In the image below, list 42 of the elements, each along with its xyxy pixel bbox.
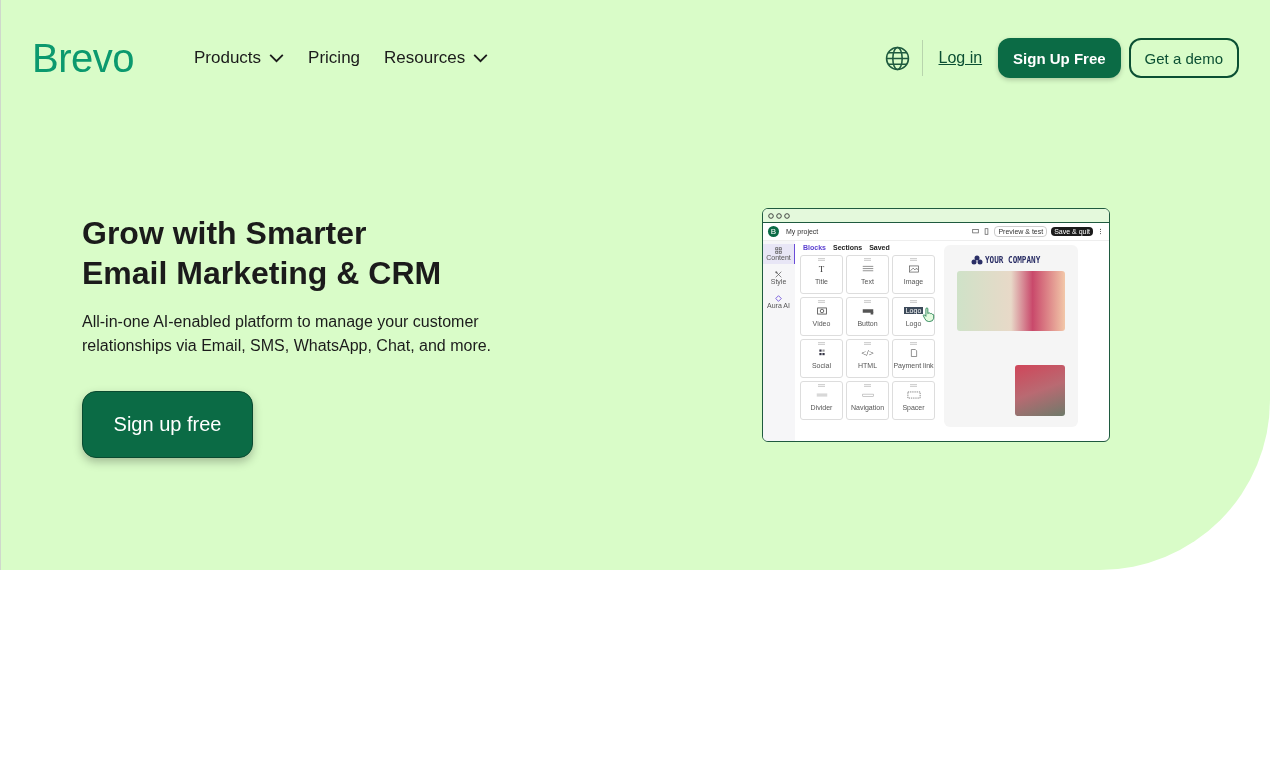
chevron-icon (269, 53, 285, 63)
drag-handle-icon (910, 300, 917, 303)
signup-cta-button[interactable]: Sign up free (82, 391, 253, 458)
demo-button[interactable]: Get a demo (1128, 38, 1239, 78)
drag-handle-icon (864, 300, 871, 303)
signup-button[interactable]: Sign Up Free (998, 38, 1121, 78)
app-logo: B (768, 226, 779, 237)
hand-cursor-icon (922, 307, 935, 323)
video-icon (814, 305, 829, 316)
grid-icon (775, 247, 782, 254)
drag-handle-icon (818, 384, 825, 387)
drag-handle-icon (910, 342, 917, 345)
drag-handle-icon (864, 342, 871, 345)
drag-handle-icon (818, 300, 825, 303)
cross-icon (775, 271, 782, 278)
drag-handle-icon (864, 258, 871, 261)
window-controls-icon (768, 212, 790, 219)
hero-description: All-in-one AI-enabled platform to manage your customer relationships via Email, SMS, WhatsApp, Chat, and more. (82, 312, 493, 356)
company-logo-icon (971, 255, 984, 265)
nav-link[interactable]: Resources (384, 48, 489, 68)
photo-placeholder (1015, 365, 1065, 416)
login-link[interactable]: Log in (938, 49, 983, 67)
text-lines-icon (860, 263, 875, 274)
more-icon[interactable] (1097, 228, 1104, 235)
drag-handle-icon (910, 384, 917, 387)
globe-icon[interactable] (884, 45, 910, 71)
nav-link[interactable]: Products (194, 48, 285, 68)
phone-icon[interactable] (983, 228, 991, 235)
diamond-icon (775, 295, 782, 302)
image-icon (906, 263, 921, 274)
company-name: YOUR COMPANY (985, 255, 1041, 265)
nav-link[interactable]: Pricing (308, 48, 361, 68)
drag-handle-icon (818, 258, 825, 261)
block-glyph: T (818, 263, 825, 274)
monitor-icon[interactable] (972, 228, 980, 235)
dashed-box-icon (906, 389, 921, 400)
chevron-icon (473, 53, 489, 63)
block-glyph: </> (861, 347, 874, 358)
drag-handle-icon (818, 342, 825, 345)
drag-handle-icon (864, 384, 871, 387)
drag-handle-icon (910, 258, 917, 261)
hero-heading: Grow with Smarter Email Marketing & CRM (82, 214, 443, 293)
